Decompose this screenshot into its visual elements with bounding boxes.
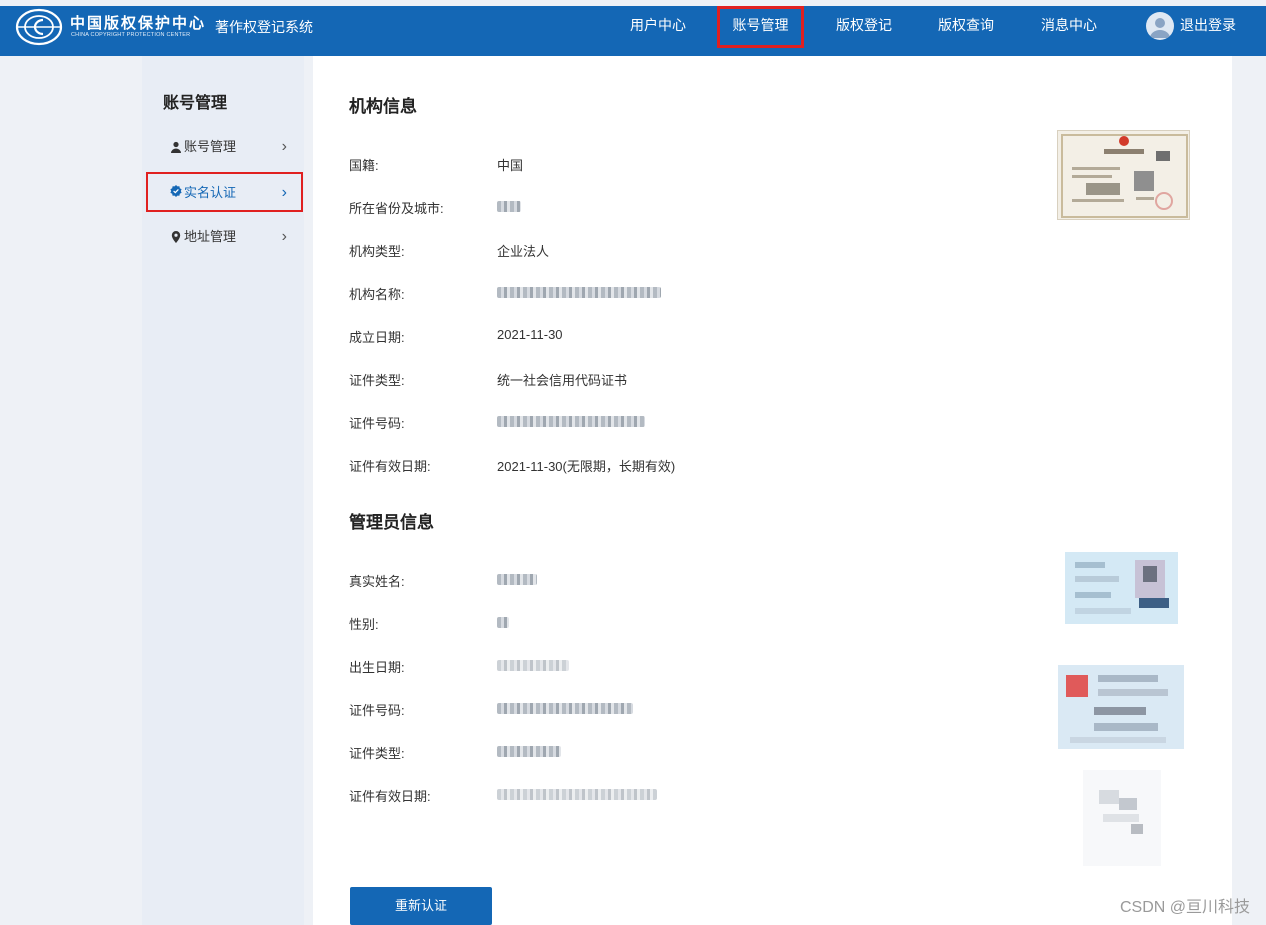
founding-date-label: 成立日期: <box>349 330 405 345</box>
id-type-label: 证件类型: <box>349 746 405 761</box>
csdn-watermark: CSDN @亘川科技 <box>1119 899 1250 916</box>
nav-message-center[interactable]: 消息中心 <box>1031 6 1107 48</box>
certificate-number-value-redacted <box>497 416 645 427</box>
org-name-value-redacted <box>497 287 661 298</box>
sidebar-item-label: 实名认证 <box>184 185 237 200</box>
certificate-validity-value: 2021-11-30(无限期，长期有效) <box>497 459 676 474</box>
id-validity-label: 证件有效日期: <box>349 789 431 804</box>
sidebar: 账号管理 账号管理 › 实名认证 › 地址管理 › <box>142 56 304 925</box>
logo-english-name: CHINA COPYRIGHT PROTECTION CENTER <box>71 32 191 38</box>
sidebar-item-label: 地址管理 <box>184 229 237 244</box>
id-photo-thumbnail[interactable] <box>1083 770 1161 866</box>
chevron-right-icon: › <box>281 184 287 201</box>
main-panel: 机构信息 国籍: 中国 所在省份及城市: 机构类型: 企业法人 机构名称: 成立… <box>313 56 1232 925</box>
sidebar-title: 账号管理 <box>163 95 228 112</box>
id-number-value-redacted <box>497 703 633 714</box>
chevron-right-icon: › <box>281 228 287 245</box>
verified-badge-icon <box>170 185 182 197</box>
certificate-type-label: 证件类型: <box>349 373 405 388</box>
sidebar-item-account[interactable]: 账号管理 › <box>146 128 303 168</box>
system-title: 著作权登记系统 <box>215 19 313 35</box>
gender-label: 性别: <box>349 617 379 632</box>
id-number-label: 证件号码: <box>349 703 405 718</box>
nationality-value: 中国 <box>497 158 524 173</box>
nav-account-management[interactable]: 账号管理 <box>717 6 804 48</box>
organization-info-title: 机构信息 <box>349 97 417 116</box>
id-validity-value-redacted <box>497 789 657 800</box>
nav-copyright-query[interactable]: 版权查询 <box>928 6 1004 48</box>
certificate-validity-label: 证件有效日期: <box>349 459 431 474</box>
certificate-number-label: 证件号码: <box>349 416 405 431</box>
real-name-value-redacted <box>497 574 537 585</box>
logout-link[interactable]: 退出登录 <box>1180 6 1236 44</box>
gender-value-redacted <box>497 617 509 628</box>
user-icon <box>171 141 181 153</box>
copyright-center-logo-icon <box>15 8 63 46</box>
founding-date-value: 2021-11-30 <box>497 327 563 342</box>
sidebar-item-label: 账号管理 <box>184 139 237 154</box>
nav-copyright-registration[interactable]: 版权登记 <box>826 6 902 48</box>
nationality-label: 国籍: <box>349 158 379 173</box>
org-name-label: 机构名称: <box>349 287 405 302</box>
certificate-type-value: 统一社会信用代码证书 <box>497 373 628 388</box>
province-city-label: 所在省份及城市: <box>349 201 444 216</box>
id-card-front-thumbnail[interactable] <box>1065 552 1178 624</box>
birth-date-value-redacted <box>497 660 569 671</box>
right-margin <box>1232 56 1266 925</box>
birth-date-label: 出生日期: <box>349 660 405 675</box>
org-type-label: 机构类型: <box>349 244 405 259</box>
org-type-value: 企业法人 <box>497 244 550 259</box>
administrator-info-title: 管理员信息 <box>349 513 434 532</box>
business-license-thumbnail[interactable] <box>1057 130 1190 220</box>
sidebar-item-real-name-verification[interactable]: 实名认证 › <box>146 172 303 212</box>
nav-user-center[interactable]: 用户中心 <box>620 6 696 48</box>
chevron-right-icon: › <box>281 138 287 155</box>
province-city-value-redacted <box>497 201 521 212</box>
logo-chinese-name: 中国版权保护中心 <box>70 14 207 32</box>
id-type-value-redacted <box>497 746 561 757</box>
top-nav-bar: 中国版权保护中心 CHINA COPYRIGHT PROTECTION CENT… <box>0 6 1266 56</box>
real-name-label: 真实姓名: <box>349 574 405 589</box>
id-card-back-thumbnail[interactable] <box>1058 665 1184 749</box>
recertify-button[interactable]: 重新认证 <box>350 887 492 925</box>
sidebar-item-address[interactable]: 地址管理 › <box>146 218 303 258</box>
location-pin-icon <box>171 231 181 243</box>
avatar-icon[interactable] <box>1146 12 1174 40</box>
